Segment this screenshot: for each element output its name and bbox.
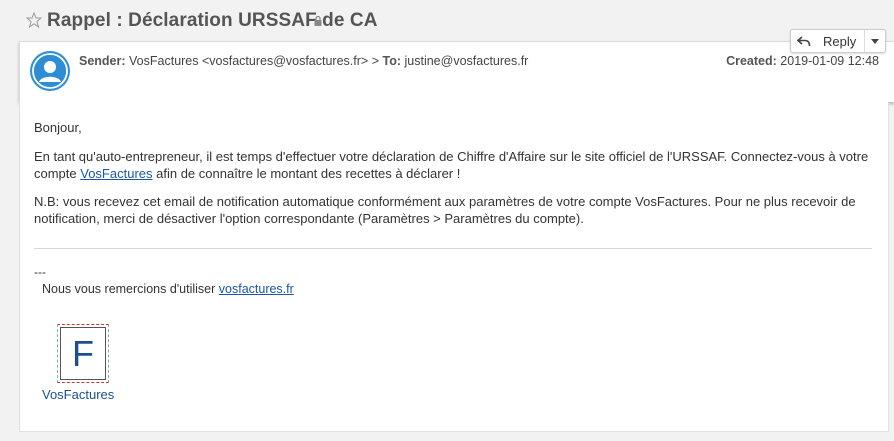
- vosfactures-site-link[interactable]: vosfactures.fr: [219, 282, 294, 296]
- paragraph-2: N.B: vous recevez cet email de notificat…: [34, 194, 856, 226]
- star-outline-icon[interactable]: [26, 12, 42, 28]
- reply-button-group: Reply: [790, 29, 887, 53]
- reply-button[interactable]: Reply: [791, 30, 866, 52]
- user-avatar-icon: [30, 51, 70, 91]
- paragraph-1-text-after: afin de connaître le montant des recette…: [152, 166, 461, 181]
- reply-options-dropdown[interactable]: [865, 30, 885, 52]
- to-label: To:: [382, 54, 402, 68]
- logo-caption: VosFactures: [42, 387, 115, 402]
- created-date: Created: 2019-01-09 12:48: [726, 54, 879, 68]
- email-header: Sender: VosFactures <vosfactures@vosfact…: [19, 41, 894, 102]
- email-body: Bonjour, En tant qu'auto-entrepreneur, i…: [19, 101, 889, 432]
- caret-down-icon: [871, 38, 880, 44]
- to-value: justine@vosfactures.fr: [404, 54, 529, 68]
- signature-dashes: ---: [34, 265, 46, 279]
- vosfactures-logo[interactable]: F: [57, 324, 109, 383]
- lock-icon: [314, 16, 322, 26]
- reply-arrow-icon: [797, 35, 811, 46]
- greeting: Bonjour,: [34, 120, 82, 135]
- sender-to-separator: >: [371, 54, 380, 68]
- paragraph-1: En tant qu'auto-entrepreneur, il est tem…: [34, 148, 879, 182]
- sender-recipient-line: Sender: VosFactures <vosfactures@vosfact…: [79, 54, 528, 68]
- created-value: 2019-01-09 12:48: [780, 54, 879, 68]
- vosfactures-link[interactable]: VosFactures: [80, 166, 152, 181]
- signature-divider: [34, 248, 872, 249]
- signature-thanks: Nous vous remercions d'utiliser vosfactu…: [42, 282, 294, 296]
- email-subject: Rappel : Déclaration URSSAF de CA: [47, 10, 378, 31]
- signature-thanks-text: Nous vous remercions d'utiliser: [42, 282, 219, 296]
- subject-bar: Rappel : Déclaration URSSAF de CA: [0, 0, 894, 42]
- sender-value: VosFactures <vosfactures@vosfactures.fr>: [129, 54, 369, 68]
- created-label: Created:: [726, 54, 777, 68]
- reply-label: Reply: [823, 33, 857, 49]
- logo-letter: F: [60, 327, 106, 380]
- sender-label: Sender:: [79, 54, 126, 68]
